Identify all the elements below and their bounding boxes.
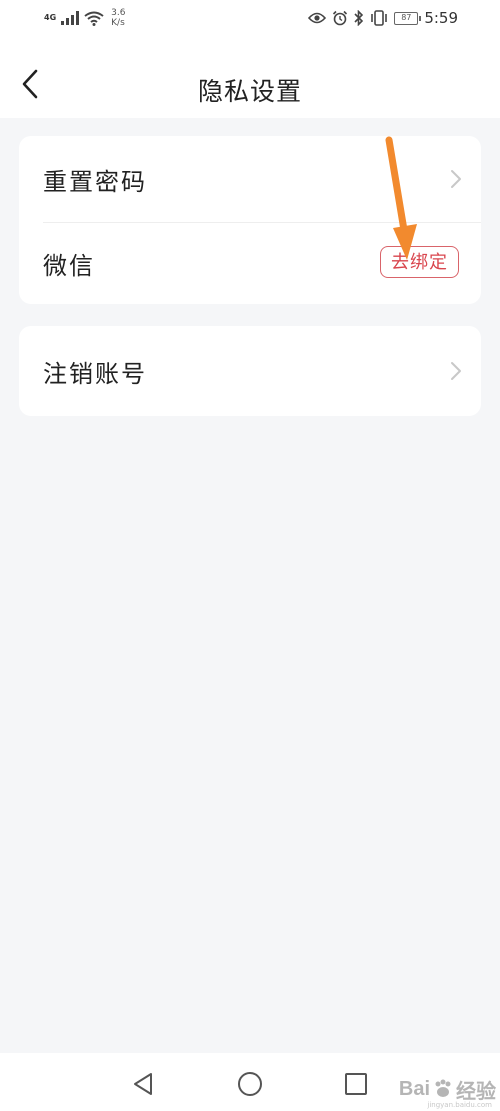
chevron-right-icon [451, 170, 461, 188]
annotation-arrow-icon [385, 136, 417, 260]
status-left: 4G 3.6 K/s [44, 6, 125, 30]
status-bar: 4G 3.6 K/s 87 5:59 [0, 0, 500, 36]
clock: 5:59 [424, 9, 458, 27]
reset-password-label: 重置密码 [43, 167, 147, 196]
cancel-account-label: 注销账号 [43, 359, 147, 388]
bluetooth-icon [354, 10, 364, 26]
cancel-account-card: 注销账号 [19, 326, 481, 416]
system-recent-button[interactable] [343, 1071, 369, 1097]
status-right: 87 5:59 [308, 6, 458, 30]
eye-icon [308, 12, 327, 24]
system-back-button[interactable] [130, 1071, 156, 1097]
system-nav-bar: Bai 经验 jingyan.baidu.com [0, 1053, 500, 1111]
watermark-suffix: 经验 [456, 1080, 496, 1103]
wechat-label: 微信 [43, 251, 95, 280]
circle-home-icon [238, 1072, 262, 1096]
wifi-icon [84, 11, 104, 26]
network-speed: 3.6 K/s [111, 8, 125, 28]
watermark-url: jingyan.baidu.com [427, 1101, 492, 1109]
system-home-button[interactable] [237, 1071, 263, 1097]
speed-unit: K/s [111, 18, 125, 28]
top-nav-bar: 隐私设置 [0, 36, 500, 118]
alarm-icon [333, 10, 348, 26]
battery-icon: 87 [394, 11, 422, 25]
triangle-back-icon [134, 1073, 152, 1095]
page-title: 隐私设置 [197, 77, 302, 106]
baidu-jingyan-watermark: Bai 经验 jingyan.baidu.com [398, 1071, 496, 1110]
square-recent-icon [345, 1073, 367, 1095]
chevron-right-icon [451, 362, 461, 380]
signal-icon [61, 11, 80, 25]
paw-icon [435, 1079, 451, 1097]
cancel-account-row[interactable]: 注销账号 [19, 326, 481, 416]
battery-level: 87 [401, 12, 412, 22]
network-type: 4G [44, 13, 57, 22]
vibrate-icon [371, 10, 388, 26]
speed-value: 3.6 [111, 8, 126, 18]
watermark-brand: Bai [398, 1077, 430, 1100]
